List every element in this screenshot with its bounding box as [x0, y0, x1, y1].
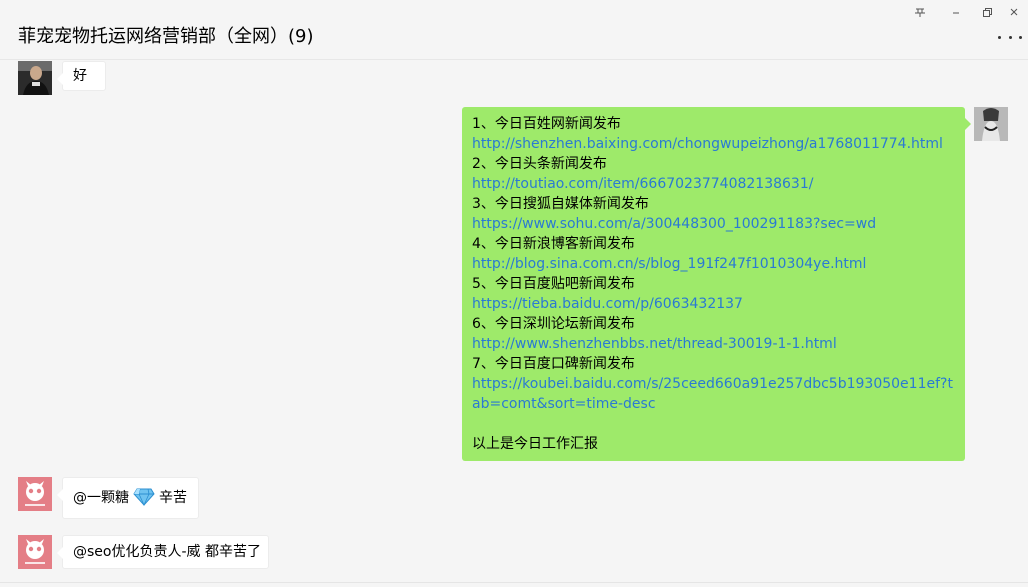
minimize-button[interactable]	[942, 2, 970, 22]
report-item-text: 5、今日百度贴吧新闻发布	[472, 276, 635, 292]
feichong-logo-avatar[interactable]	[18, 477, 52, 511]
message-text: 辛苦	[159, 490, 187, 506]
report-link[interactable]: https://tieba.baidu.com/p/6063432137	[472, 294, 955, 314]
restore-button[interactable]	[973, 2, 1001, 22]
report-link[interactable]: https://www.sohu.com/a/300448300_1002911…	[472, 214, 955, 234]
man-photo-avatar[interactable]	[18, 61, 52, 95]
pin-icon	[915, 8, 925, 17]
report-summary-text: 以上是今日工作汇报	[472, 436, 598, 452]
my-message-bubble[interactable]: 1、今日百姓网新闻发布 http://shenzhen.baixing.com/…	[462, 107, 971, 461]
restore-icon	[983, 8, 992, 17]
message-bubble[interactable]: 好	[57, 61, 106, 91]
close-icon	[1010, 8, 1018, 16]
report-link[interactable]: https://koubei.baidu.com/s/25ceed660a91e…	[472, 374, 956, 414]
feichong-logo-avatar[interactable]	[18, 535, 52, 569]
chat-area[interactable]: 好 1、今日百姓网新闻发布 http://shenzhen.baixing.co…	[0, 61, 1028, 587]
report-link[interactable]: http://shenzhen.baixing.com/chongwupeizh…	[472, 134, 955, 154]
more-options-button[interactable]	[998, 30, 1022, 44]
diamond-icon	[133, 488, 155, 506]
message-text: 好	[73, 68, 87, 84]
report-item-text: 3、今日搜狐自媒体新闻发布	[472, 196, 649, 212]
report-item-text: 6、今日深圳论坛新闻发布	[472, 316, 635, 332]
close-button[interactable]	[1000, 2, 1028, 22]
title-bar: 菲宠宠物托运网络营销部（全网）(9)	[0, 0, 1028, 60]
report-link[interactable]: http://www.shenzhenbbs.net/thread-30019-…	[472, 334, 955, 354]
message-bubble[interactable]: @一颗糖 辛苦	[57, 477, 199, 519]
report-item-text: 2、今日头条新闻发布	[472, 156, 607, 172]
message-bubble[interactable]: @seo优化负责人-威 都辛苦了	[57, 535, 269, 569]
pin-button[interactable]	[906, 2, 934, 22]
more-dots-icon	[998, 35, 1001, 39]
input-divider	[0, 582, 1028, 583]
report-link[interactable]: http://blog.sina.com.cn/s/blog_191f247f1…	[472, 254, 955, 274]
message-text: @seo优化负责人-威 都辛苦了	[73, 544, 261, 560]
report-item-text: 4、今日新浪博客新闻发布	[472, 236, 635, 252]
report-item-text: 7、今日百度口碑新闻发布	[472, 356, 635, 372]
minimize-icon	[953, 12, 959, 14]
message-text: @一颗糖	[73, 490, 129, 506]
report-item-text: 1、今日百姓网新闻发布	[472, 116, 621, 132]
chat-title: 菲宠宠物托运网络营销部（全网）(9)	[18, 26, 314, 47]
woman-photo-avatar[interactable]	[974, 107, 1008, 141]
report-link[interactable]: http://toutiao.com/item/6667023774082138…	[472, 174, 955, 194]
